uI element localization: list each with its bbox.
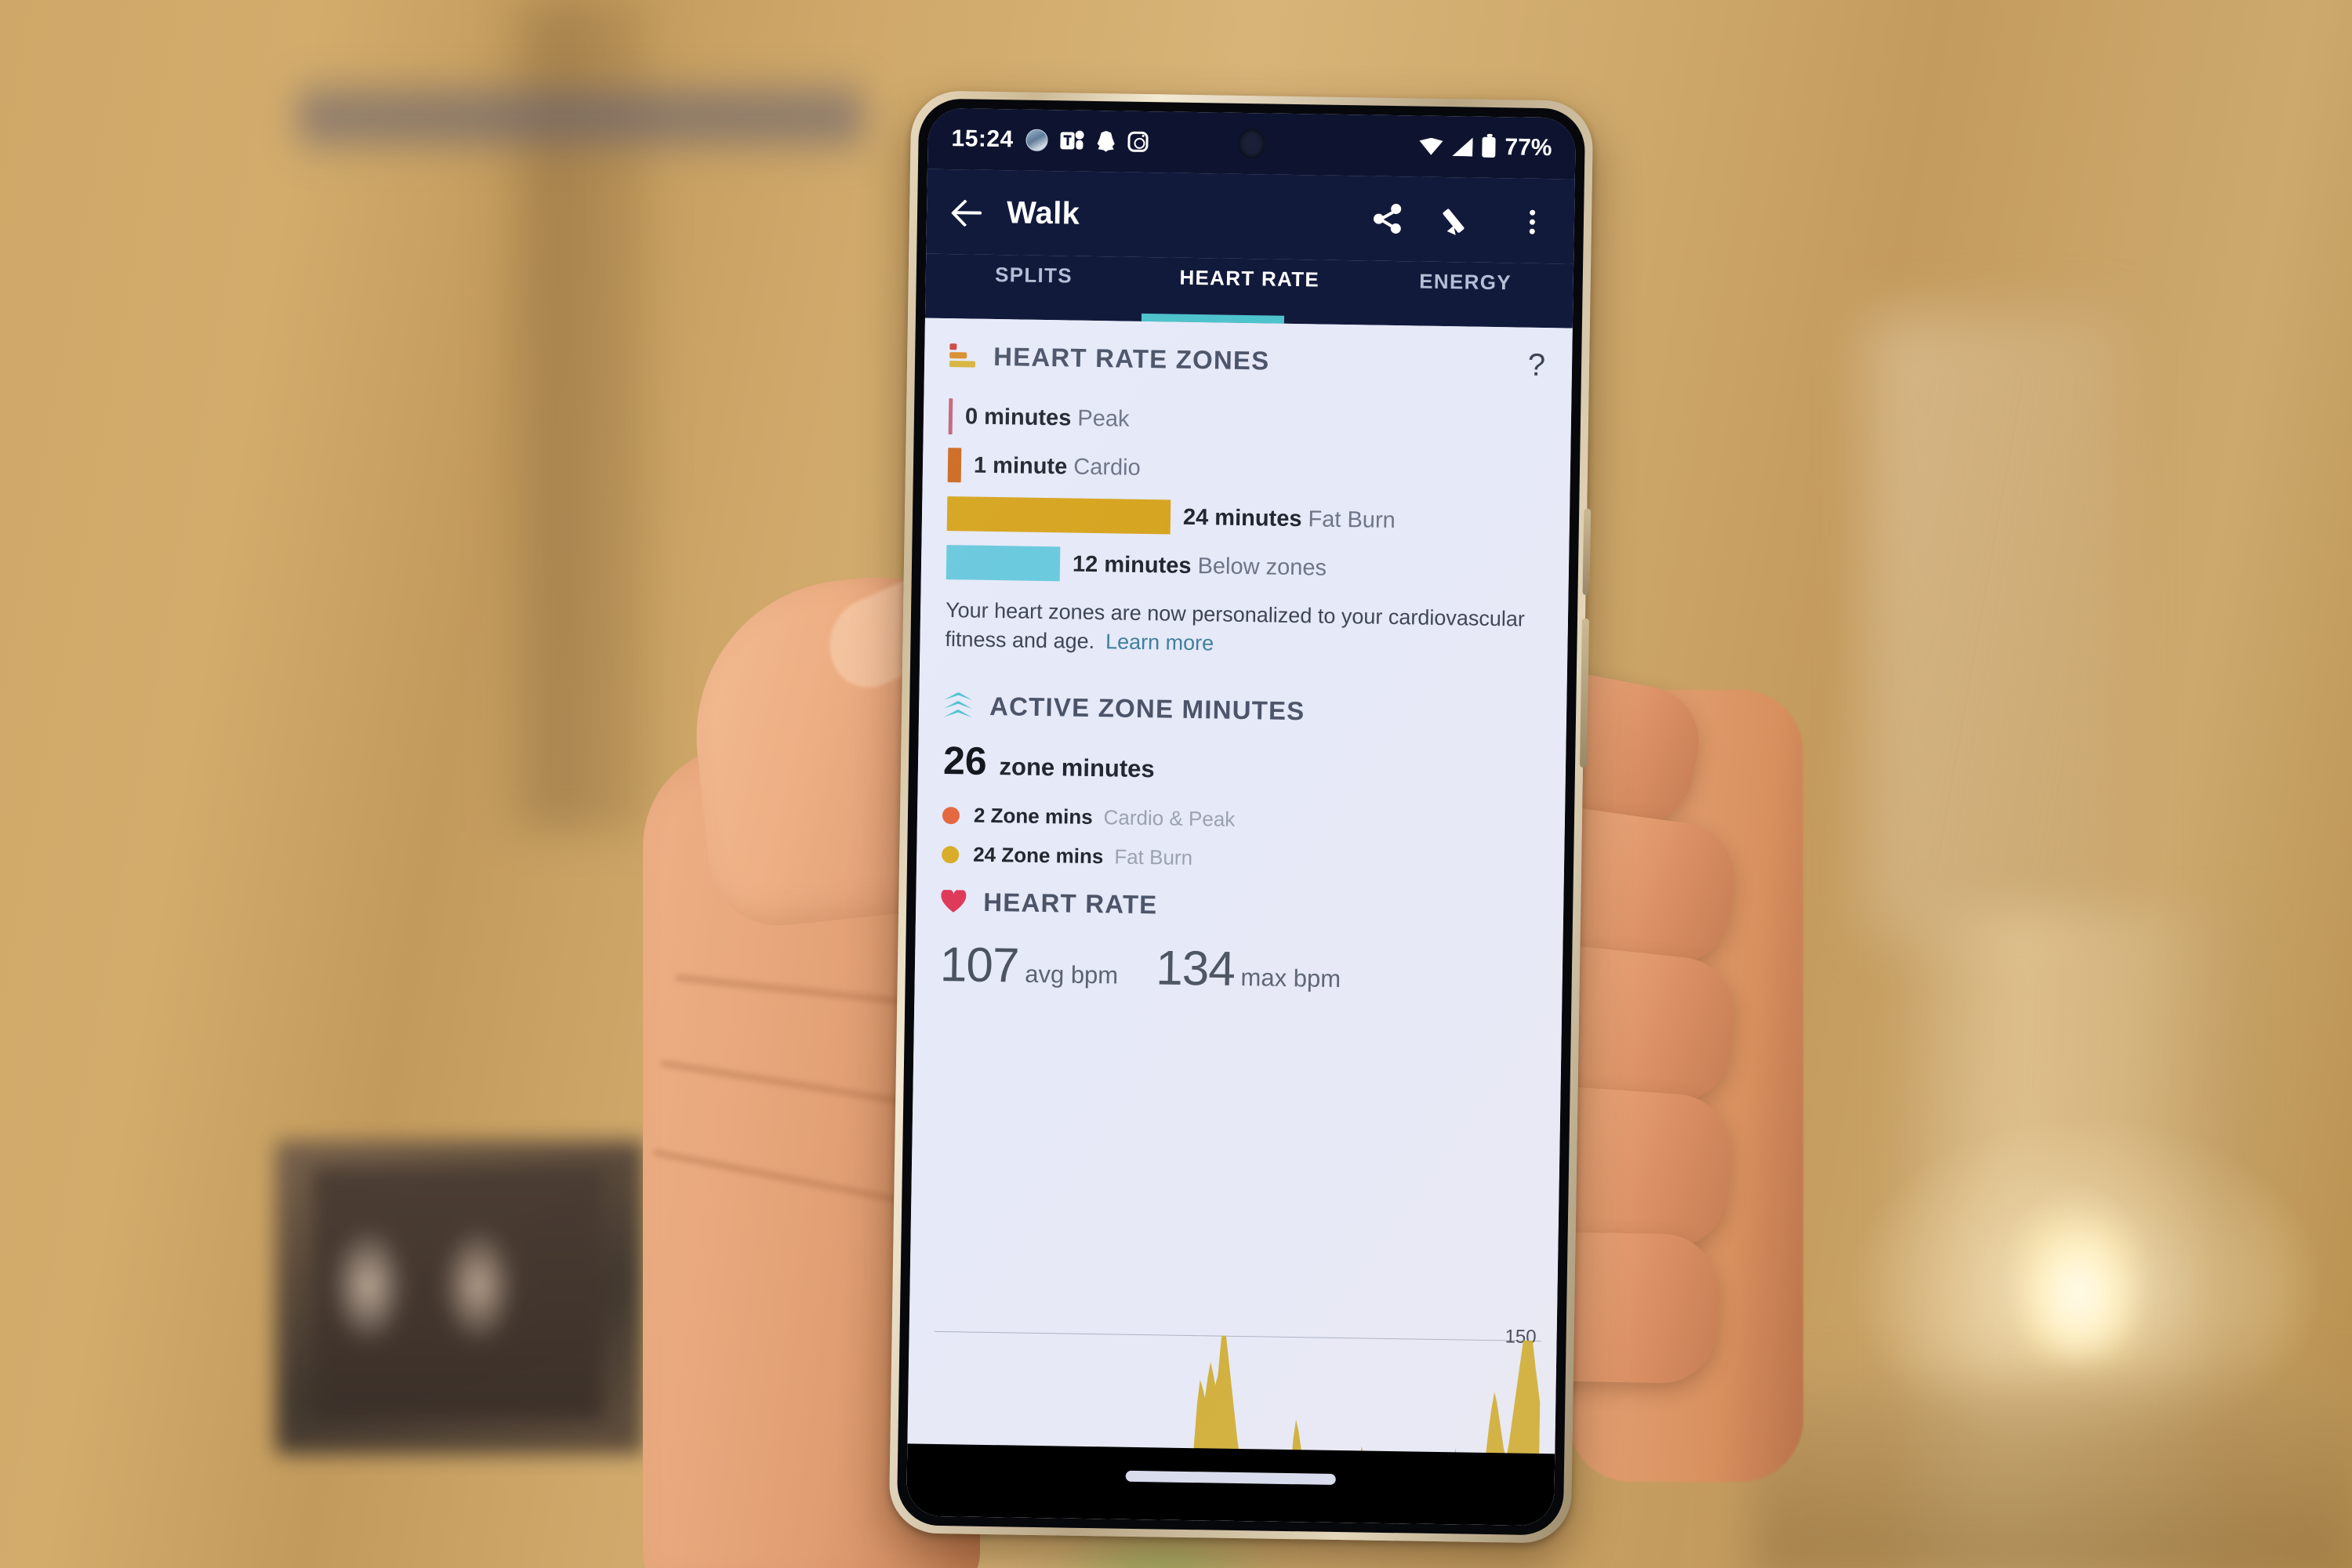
azm-value-cardio-peak: 2 Zone mins xyxy=(973,803,1093,829)
battery-icon xyxy=(1482,136,1496,158)
status-bar: 15:24 77% xyxy=(927,107,1577,180)
zone-label-fat-burn: 24 minutes Fat Burn xyxy=(1183,504,1396,533)
zone-name-below-zones: Below zones xyxy=(1197,553,1327,581)
status-bar-left: 15:24 xyxy=(951,125,1149,155)
signal-icon xyxy=(1452,137,1472,156)
avg-bpm-value: 107 xyxy=(939,937,1019,993)
heart-rate-zones-title: HEART RATE ZONES xyxy=(993,341,1270,376)
help-icon[interactable]: ? xyxy=(1528,348,1546,383)
zone-name-cardio: Cardio xyxy=(1073,454,1141,481)
zone-bar-fat-burn xyxy=(946,496,1171,535)
zone-name-peak: Peak xyxy=(1077,405,1130,432)
status-bar-right: 77% xyxy=(1419,132,1552,162)
heart-icon xyxy=(941,890,966,913)
app-bar: Walk xyxy=(926,169,1575,264)
active-zone-minutes-rows: 2 Zone mins Cardio & Peak 24 Zone mins F… xyxy=(916,782,1566,884)
edit-pencil-icon[interactable] xyxy=(1442,204,1476,236)
tab-bar: SPLITS HEART RATE ENERGY xyxy=(924,253,1574,328)
share-icon[interactable] xyxy=(1372,203,1404,235)
wifi-icon xyxy=(1419,137,1443,154)
zone-value-cardio: 1 minute xyxy=(973,452,1068,479)
zone-bar-peak xyxy=(948,398,953,435)
zone-minutes-label: zone minutes xyxy=(999,752,1155,782)
snapchat-icon xyxy=(1097,131,1116,152)
dot-cardio-peak xyxy=(942,806,960,824)
volume-button[interactable] xyxy=(1582,508,1592,595)
active-zone-minutes-title: ACTIVE ZONE MINUTES xyxy=(989,691,1305,725)
zone-label-cardio: 1 minute Cardio xyxy=(974,452,1141,481)
zones-note: Your heart zones are now personalized to… xyxy=(920,586,1568,664)
azm-value-fat-burn: 24 Zone mins xyxy=(972,842,1104,869)
gesture-pill[interactable] xyxy=(1125,1470,1336,1485)
instagram-icon xyxy=(1127,131,1149,153)
heart-rate-zone-rows: 0 minutes Peak 1 minute Cardio 24 minute… xyxy=(921,372,1572,597)
zone-label-below-zones: 12 minutes Below zones xyxy=(1073,551,1327,581)
tab-heart-rate[interactable]: HEART RATE xyxy=(1142,257,1358,292)
clock: 15:24 xyxy=(951,125,1014,153)
zone-label-peak: 0 minutes Peak xyxy=(965,404,1130,432)
more-options-icon[interactable] xyxy=(1516,205,1548,237)
active-zone-minutes-total: 26 zone minutes xyxy=(918,720,1566,793)
heart-rate-zones-header: HEART RATE ZONES ? xyxy=(924,318,1573,383)
chevrons-up-icon xyxy=(944,691,973,720)
azm-name-fat-burn: Fat Burn xyxy=(1114,844,1193,870)
teams-icon xyxy=(1060,130,1084,151)
battery-percent-label: 77% xyxy=(1504,134,1552,162)
heart-rate-title: HEART RATE xyxy=(982,887,1158,919)
tab-content-heart-rate: HEART RATE ZONES ? 0 minutes Peak 1 minu… xyxy=(906,318,1573,1526)
zone-minutes-value: 26 xyxy=(942,738,988,783)
zone-bar-cardio xyxy=(947,448,962,483)
zone-bar-below-zones xyxy=(946,545,1061,582)
learn-more-link[interactable]: Learn more xyxy=(1105,630,1214,655)
blurred-foreground-cloth xyxy=(1748,1380,2352,1568)
zone-value-fat-burn: 24 minutes xyxy=(1182,504,1302,532)
zone-name-fat-burn: Fat Burn xyxy=(1308,506,1396,533)
app-bar-actions xyxy=(1372,203,1548,238)
tab-energy[interactable]: ENERGY xyxy=(1357,260,1573,296)
back-arrow-icon[interactable] xyxy=(953,196,985,228)
blurred-picture-content xyxy=(314,1168,604,1419)
tab-splits[interactable]: SPLITS xyxy=(926,254,1142,289)
dot-fat-burn xyxy=(942,845,960,863)
blurred-shelf xyxy=(298,74,862,161)
avatar-icon xyxy=(1025,129,1048,152)
azm-name-cardio-peak: Cardio & Peak xyxy=(1103,805,1236,831)
smartphone: 15:24 77% Walk SPLITS HEART RATE ENERGY … xyxy=(888,90,1594,1544)
heart-rate-values: 107 avg bpm 134 max bpm xyxy=(914,916,1563,1002)
avg-bpm-unit: avg bpm xyxy=(1025,960,1119,989)
page-title: Walk xyxy=(1006,194,1080,231)
front-camera-cutout xyxy=(1238,128,1265,159)
zone-value-peak: 0 minutes xyxy=(964,403,1072,431)
phone-screen: 15:24 77% Walk SPLITS HEART RATE ENERGY … xyxy=(906,107,1577,1526)
zones-note-text: Your heart zones are now personalized to… xyxy=(945,598,1526,654)
candle-flame-glow xyxy=(2020,1218,2137,1367)
max-bpm-unit: max bpm xyxy=(1240,963,1341,993)
max-bpm-value: 134 xyxy=(1155,940,1236,996)
zones-bars-icon xyxy=(949,343,977,370)
navigation-bar xyxy=(906,1443,1555,1526)
active-zone-minutes-header: ACTIVE ZONE MINUTES xyxy=(919,654,1567,730)
zone-value-below-zones: 12 minutes xyxy=(1072,551,1192,579)
blurred-lamp xyxy=(1866,314,2125,941)
